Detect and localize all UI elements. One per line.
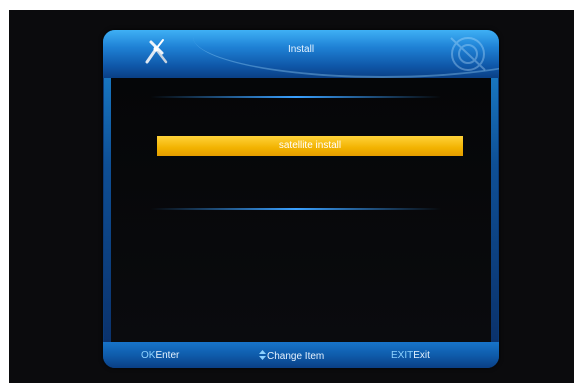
top-divider xyxy=(151,96,441,98)
change-item-action-label: Change Item xyxy=(267,351,325,362)
window-title: Install xyxy=(287,44,315,55)
menu-item-satellite-install[interactable]: satellite install xyxy=(157,136,463,156)
menu-panel: satellite install xyxy=(111,78,491,342)
exit-hint: EXITExit xyxy=(391,350,430,361)
menu-item-label: satellite install xyxy=(278,140,342,151)
bottom-divider xyxy=(151,208,441,210)
ok-key-label: OK xyxy=(141,350,156,361)
exit-key-label: EXIT xyxy=(391,350,414,361)
tv-screen: Install satellite install OKEnter Change… xyxy=(9,10,574,383)
exit-action-label: Exit xyxy=(413,350,430,361)
install-dialog: Install satellite install OKEnter Change… xyxy=(103,30,499,368)
change-item-hint: Change Item xyxy=(259,350,324,362)
help-bar: OKEnter Change Item EXITExit xyxy=(103,342,499,368)
title-bar: Install xyxy=(103,30,499,78)
up-down-arrows-icon xyxy=(259,350,266,360)
satellite-deco-icon xyxy=(450,37,486,71)
ok-action-label: Enter xyxy=(155,350,180,361)
ok-hint: OKEnter xyxy=(141,350,179,361)
